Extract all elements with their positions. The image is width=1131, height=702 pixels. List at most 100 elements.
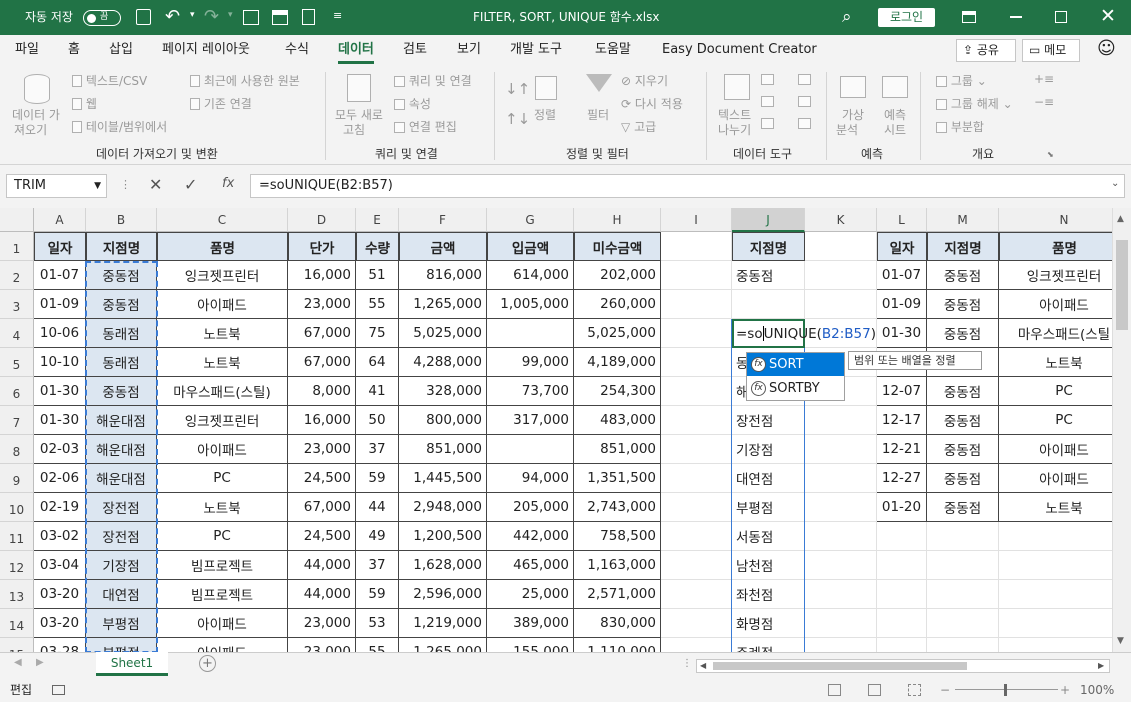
form-icon[interactable] bbox=[243, 10, 259, 25]
table-cell[interactable]: 02-03 bbox=[34, 435, 86, 464]
table-cell[interactable]: 59 bbox=[356, 580, 399, 609]
unique-result-cell[interactable]: 부평점 bbox=[732, 493, 805, 522]
table-cell[interactable]: 01-07 bbox=[34, 261, 86, 290]
horizontal-scroll-thumb[interactable] bbox=[713, 662, 967, 670]
selected-range-cell[interactable]: 중동점 bbox=[86, 261, 157, 290]
empty-cell[interactable] bbox=[927, 638, 999, 652]
table-cell[interactable]: 1,219,000 bbox=[399, 609, 487, 638]
row-header-6[interactable]: 6 bbox=[0, 377, 34, 406]
empty-cell[interactable] bbox=[927, 522, 999, 551]
normal-view-icon[interactable] bbox=[828, 684, 841, 696]
table-cell[interactable]: 아이패드 bbox=[157, 290, 288, 319]
empty-cell[interactable] bbox=[661, 435, 732, 464]
table-cell[interactable]: 03-28 bbox=[34, 638, 86, 652]
filter-result-cell[interactable]: 노트북 bbox=[999, 493, 1112, 522]
column-header-f[interactable]: F bbox=[399, 208, 487, 232]
table-cell[interactable]: 51 bbox=[356, 261, 399, 290]
table-cell[interactable]: 1,163,000 bbox=[574, 551, 661, 580]
minimize-icon[interactable] bbox=[1010, 16, 1022, 18]
worksheet-grid[interactable]: ABCDEFGHIJKLMN 123456789101112131415 일자지… bbox=[0, 208, 1112, 652]
table-header-cell[interactable]: 미수금액 bbox=[574, 232, 661, 261]
filter-result-cell[interactable]: 잉크젯프린터 bbox=[999, 261, 1112, 290]
filter-result-cell[interactable]: 중동점 bbox=[927, 290, 999, 319]
table-cell[interactable]: 10-06 bbox=[34, 319, 86, 348]
table-cell[interactable]: 빔프로젝트 bbox=[157, 580, 288, 609]
tab-developer[interactable]: 개발 도구 bbox=[510, 35, 562, 65]
column-header-j[interactable]: J bbox=[732, 208, 805, 232]
tab-file[interactable]: 파일 bbox=[15, 35, 39, 65]
row-header-12[interactable]: 12 bbox=[0, 551, 34, 580]
row-header-9[interactable]: 9 bbox=[0, 464, 34, 493]
zoom-level[interactable]: 100% bbox=[1080, 678, 1114, 702]
autocomplete-sortby[interactable]: fx SORTBY bbox=[747, 377, 844, 400]
empty-cell[interactable] bbox=[999, 638, 1112, 652]
table-cell[interactable]: 23,000 bbox=[288, 290, 356, 319]
clear-filter[interactable]: ⊘ 지우기 bbox=[621, 72, 668, 89]
tab-review[interactable]: 검토 bbox=[403, 35, 427, 65]
unique-result-cell[interactable]: 중동점 bbox=[732, 261, 805, 290]
formula-input[interactable]: =soUNIQUE(B2:B57) bbox=[250, 174, 1125, 198]
table-cell[interactable]: 03-02 bbox=[34, 522, 86, 551]
unique-result-cell[interactable]: 화명점 bbox=[732, 609, 805, 638]
layout-icon[interactable] bbox=[272, 10, 288, 25]
empty-cell[interactable] bbox=[661, 609, 732, 638]
vertical-scrollbar[interactable]: ▲ ▼ bbox=[1112, 208, 1131, 652]
filter-result-cell[interactable]: 중동점 bbox=[927, 435, 999, 464]
table-cell[interactable]: 10-10 bbox=[34, 348, 86, 377]
filter-result-cell[interactable]: 중동점 bbox=[927, 464, 999, 493]
table-cell[interactable]: 205,000 bbox=[487, 493, 574, 522]
selected-range-cell[interactable]: 동래점 bbox=[86, 319, 157, 348]
relationships-icon[interactable] bbox=[798, 96, 811, 107]
column-header-g[interactable]: G bbox=[487, 208, 574, 232]
filter-result-cell[interactable]: 아이패드 bbox=[999, 290, 1112, 319]
autocomplete-sort[interactable]: fx SORT bbox=[747, 353, 844, 376]
empty-cell[interactable] bbox=[805, 232, 877, 261]
filter-header-cell[interactable]: 품명 bbox=[999, 232, 1112, 261]
queries-connections[interactable]: 쿼리 및 연결 bbox=[394, 72, 472, 89]
table-cell[interactable]: 59 bbox=[356, 464, 399, 493]
selected-range-cell[interactable]: 기장점 bbox=[86, 551, 157, 580]
filter-button[interactable]: 필터 bbox=[587, 106, 609, 123]
table-cell[interactable]: 67,000 bbox=[288, 493, 356, 522]
filter-result-cell[interactable]: 중동점 bbox=[927, 493, 999, 522]
add-sheet-icon[interactable]: + bbox=[199, 655, 216, 672]
next-sheet-icon[interactable]: ▶ bbox=[36, 657, 44, 668]
empty-cell[interactable] bbox=[805, 261, 877, 290]
vertical-scroll-thumb[interactable] bbox=[1116, 240, 1128, 330]
hide-detail-icon[interactable]: −≡ bbox=[1034, 95, 1054, 109]
table-cell[interactable]: 2,571,000 bbox=[574, 580, 661, 609]
table-cell[interactable]: 254,300 bbox=[574, 377, 661, 406]
selected-range-cell[interactable]: 중동점 bbox=[86, 290, 157, 319]
filter-header-cell[interactable]: 지점명 bbox=[927, 232, 999, 261]
horizontal-scrollbar[interactable]: ◀ ▶ bbox=[696, 659, 1110, 673]
table-cell[interactable]: 잉크젯프린터 bbox=[157, 406, 288, 435]
filter-header-cell[interactable]: 일자 bbox=[877, 232, 927, 261]
empty-cell[interactable] bbox=[999, 551, 1112, 580]
table-cell[interactable]: 155,000 bbox=[487, 638, 574, 652]
empty-cell[interactable] bbox=[661, 551, 732, 580]
table-cell[interactable]: 2,743,000 bbox=[574, 493, 661, 522]
table-cell[interactable]: 노트북 bbox=[157, 493, 288, 522]
table-cell[interactable]: 64 bbox=[356, 348, 399, 377]
table-cell[interactable]: 49 bbox=[356, 522, 399, 551]
empty-cell[interactable] bbox=[661, 348, 732, 377]
empty-cell[interactable] bbox=[661, 638, 732, 652]
scroll-left-icon[interactable]: ◀ bbox=[700, 660, 706, 672]
filter-result-cell[interactable]: 01-30 bbox=[877, 319, 927, 348]
empty-cell[interactable] bbox=[805, 638, 877, 652]
selected-range-cell[interactable]: 해운대점 bbox=[86, 406, 157, 435]
table-cell[interactable] bbox=[487, 435, 574, 464]
empty-cell[interactable] bbox=[661, 261, 732, 290]
table-cell[interactable]: 55 bbox=[356, 290, 399, 319]
selected-range-cell[interactable]: 부평점 bbox=[86, 609, 157, 638]
table-cell[interactable]: 4,288,000 bbox=[399, 348, 487, 377]
from-table-range[interactable]: 테이블/범위에서 bbox=[72, 118, 167, 135]
table-cell[interactable]: 75 bbox=[356, 319, 399, 348]
filter-result-cell[interactable]: 01-07 bbox=[877, 261, 927, 290]
expand-formula-icon[interactable]: ⌄ bbox=[1111, 178, 1119, 189]
sort-za-icon[interactable]: ↑↓ bbox=[505, 110, 530, 128]
table-cell[interactable]: 4,189,000 bbox=[574, 348, 661, 377]
sort-button[interactable]: 정렬 bbox=[534, 106, 556, 123]
column-header-n[interactable]: N bbox=[999, 208, 1112, 232]
unique-result-cell[interactable]: 대연점 bbox=[732, 464, 805, 493]
